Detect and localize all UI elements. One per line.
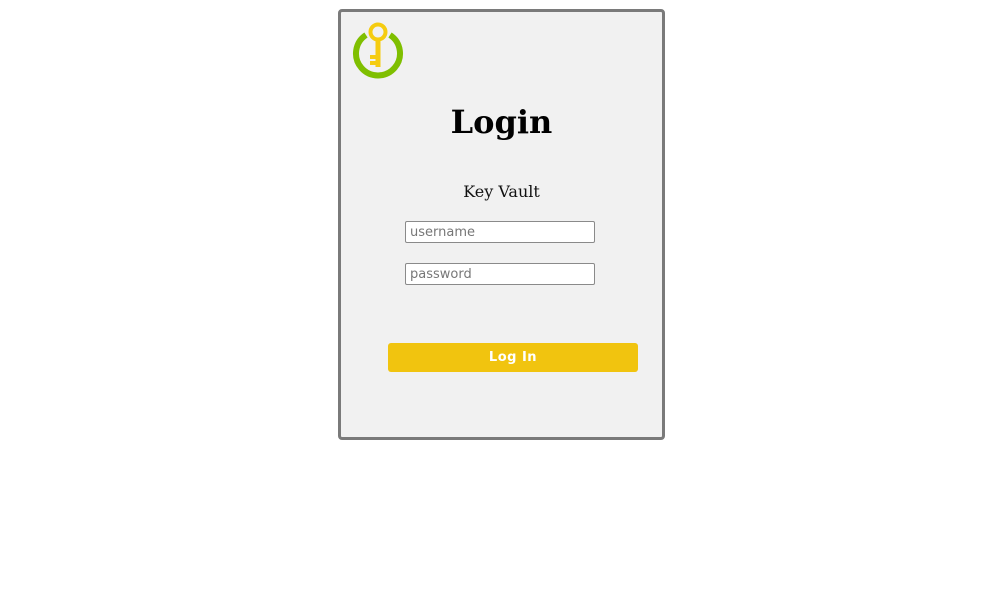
login-button[interactable]: Log In	[388, 343, 638, 372]
username-input[interactable]	[405, 221, 595, 243]
app-name-label: Key Vault	[463, 182, 540, 201]
password-input[interactable]	[405, 263, 595, 285]
login-card: Login Key Vault Log In	[338, 9, 665, 440]
page-title: Login	[450, 103, 553, 141]
key-power-icon	[353, 22, 403, 79]
